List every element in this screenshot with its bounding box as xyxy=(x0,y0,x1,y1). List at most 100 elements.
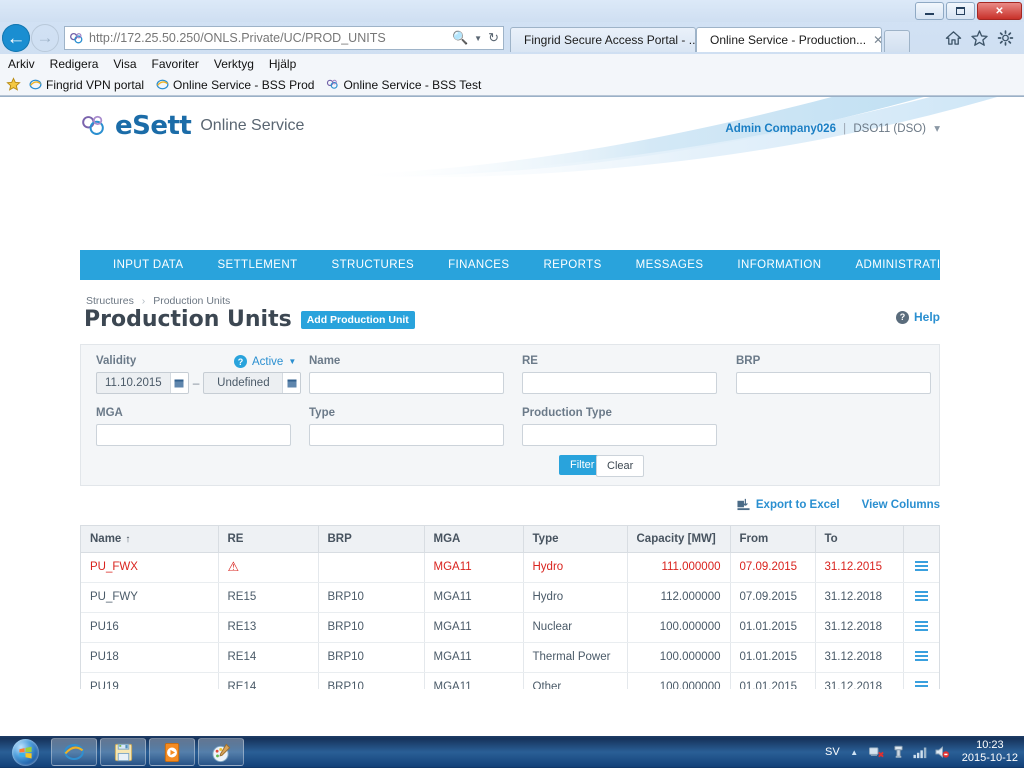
menu-item-arkiv[interactable]: Arkiv xyxy=(8,57,35,71)
menu-item-favoriter[interactable]: Favoriter xyxy=(152,57,199,71)
new-tab-button[interactable] xyxy=(884,30,910,52)
row-actions-button[interactable] xyxy=(903,612,939,643)
export-excel-icon xyxy=(737,498,750,511)
column-header-re[interactable]: RE xyxy=(218,526,319,553)
validity-status-toggle[interactable]: ? Active ▼ xyxy=(234,355,296,368)
table-row[interactable]: PU19 RE14 BRP10 MGA11 Other 100.000000 0… xyxy=(81,672,939,689)
column-header-from[interactable]: From xyxy=(730,526,816,553)
volume-muted-icon[interactable] xyxy=(935,745,950,760)
address-url[interactable]: http://172.25.50.250/ONLS.Private/UC/PRO… xyxy=(89,31,448,45)
column-header-name[interactable]: Name ↑ xyxy=(81,526,219,553)
filter-input-name[interactable] xyxy=(309,372,504,394)
menu-item-verktyg[interactable]: Verktyg xyxy=(214,57,254,71)
nav-item-reports[interactable]: REPORTS xyxy=(526,250,618,280)
back-button[interactable]: ← xyxy=(2,24,30,52)
table-row[interactable]: PU_FWY RE15 BRP10 MGA11 Hydro 112.000000… xyxy=(81,582,939,613)
network-error-icon[interactable] xyxy=(868,745,884,760)
cell-name[interactable]: PU16 xyxy=(81,612,219,643)
cell-re: RE13 xyxy=(218,612,319,643)
settings-gear-icon[interactable] xyxy=(997,30,1014,46)
forward-button[interactable]: → xyxy=(31,24,59,52)
filter-label-type: Type xyxy=(309,407,335,419)
taskbar-internet-explorer[interactable] xyxy=(51,738,97,766)
column-header-mga[interactable]: MGA xyxy=(424,526,524,553)
favorite-online-service-bss-test[interactable]: Online Service - BSS Test xyxy=(322,78,485,92)
add-production-unit-button[interactable]: Add Production Unit xyxy=(300,310,415,329)
breadcrumb-parent[interactable]: Structures xyxy=(86,295,134,307)
table-row[interactable]: PU16 RE13 BRP10 MGA11 Nuclear 100.000000… xyxy=(81,612,939,643)
language-indicator[interactable]: SV xyxy=(825,746,840,758)
filter-input-mga[interactable] xyxy=(96,424,291,446)
clock[interactable]: 10:23 2015-10-12 xyxy=(957,739,1018,765)
nav-item-messages[interactable]: MESSAGES xyxy=(619,250,721,280)
favorites-star-icon[interactable] xyxy=(971,30,988,46)
nav-item-administration[interactable]: ADMINISTRATION xyxy=(838,250,975,280)
tab-close-icon[interactable]: ✕ xyxy=(873,33,881,47)
cell-name[interactable]: PU_FWX xyxy=(81,552,219,583)
filter-input-brp[interactable] xyxy=(736,372,931,394)
filter-input-production-type[interactable] xyxy=(522,424,717,446)
minimize-button[interactable] xyxy=(915,2,944,20)
cell-mga: MGA11 xyxy=(424,672,524,689)
menu-item-visa[interactable]: Visa xyxy=(113,57,136,71)
esett-favicon xyxy=(327,79,339,89)
help-link[interactable]: ? Help xyxy=(895,310,940,324)
taskbar-explorer-folder[interactable] xyxy=(100,738,146,766)
usb-device-icon[interactable] xyxy=(891,745,906,760)
column-header-type[interactable]: Type xyxy=(523,526,628,553)
restore-button[interactable] xyxy=(946,2,975,20)
date-from-field[interactable]: 11.10.2015 xyxy=(96,372,189,394)
column-header-to[interactable]: To xyxy=(815,526,904,553)
search-icon[interactable]: 🔍 xyxy=(452,30,468,46)
start-button[interactable] xyxy=(2,737,48,767)
cell-from: 01.01.2015 xyxy=(730,642,816,673)
add-favorite-star-icon[interactable] xyxy=(6,77,21,92)
tab-fingrid-secure-access-portal[interactable]: Fingrid Secure Access Portal - ... xyxy=(510,27,696,52)
clear-button[interactable]: Clear xyxy=(596,455,645,477)
row-actions-button[interactable] xyxy=(903,552,939,583)
column-header-capacity[interactable]: Capacity [MW] xyxy=(627,526,731,553)
warning-triangle-icon: ⚠ xyxy=(227,559,240,574)
calendar-icon[interactable] xyxy=(282,373,301,393)
cell-name[interactable]: PU18 xyxy=(81,642,219,673)
favorite-online-service-bss-prod[interactable]: Online Service - BSS Prod xyxy=(152,78,318,92)
filter-input-re[interactable] xyxy=(522,372,717,394)
refresh-icon[interactable]: ↻ xyxy=(488,30,499,46)
nav-item-information[interactable]: INFORMATION xyxy=(720,250,838,280)
table-row[interactable]: PU18 RE14 BRP10 MGA11 Thermal Power 100.… xyxy=(81,642,939,673)
calendar-icon[interactable] xyxy=(169,373,188,393)
cell-brp: BRP10 xyxy=(318,642,425,673)
cell-to: 31.12.2018 xyxy=(815,642,904,673)
row-actions-button[interactable] xyxy=(903,642,939,673)
nav-item-input-data[interactable]: INPUT DATA xyxy=(96,250,200,280)
nav-item-finances[interactable]: FINANCES xyxy=(431,250,526,280)
filter-input-type[interactable] xyxy=(309,424,504,446)
taskbar-media-player[interactable] xyxy=(149,738,195,766)
table-row[interactable]: PU_FWX ⚠ MGA11 Hydro 111.000000 07.09.20… xyxy=(81,552,939,583)
nav-item-structures[interactable]: STRUCTURES xyxy=(315,250,432,280)
date-to-field[interactable]: Undefined xyxy=(203,372,302,394)
view-columns-link[interactable]: View Columns xyxy=(862,499,940,511)
network-signal-icon[interactable] xyxy=(913,745,928,760)
nav-item-settlement[interactable]: SETTLEMENT xyxy=(200,250,314,280)
close-button[interactable]: ✕ xyxy=(977,2,1022,20)
column-header-brp[interactable]: BRP xyxy=(318,526,425,553)
menu-item-hjalp[interactable]: Hjälp xyxy=(269,57,296,71)
app-logo[interactable]: eSett Online Service xyxy=(80,111,304,141)
cell-name[interactable]: PU19 xyxy=(81,672,219,689)
chevron-down-icon[interactable]: ▼ xyxy=(474,34,482,43)
chevron-down-icon[interactable]: ▾ xyxy=(934,123,940,135)
taskbar-paint[interactable] xyxy=(198,738,244,766)
tab-online-service-production[interactable]: Online Service - Production... ✕ xyxy=(696,27,882,52)
account-info[interactable]: Admin Company026 | DSO11 (DSO) ▾ xyxy=(725,121,940,135)
menu-item-redigera[interactable]: Redigera xyxy=(50,57,99,71)
address-bar[interactable]: http://172.25.50.250/ONLS.Private/UC/PRO… xyxy=(64,26,504,50)
cell-name[interactable]: PU_FWY xyxy=(81,582,219,613)
row-menu-icon xyxy=(914,559,928,573)
export-to-excel-link[interactable]: Export to Excel xyxy=(737,498,840,511)
row-actions-button[interactable] xyxy=(903,672,939,689)
show-hidden-icons-chevron-icon[interactable]: ▲ xyxy=(847,745,862,760)
favorite-fingrid-vpn-portal[interactable]: Fingrid VPN portal xyxy=(25,78,148,92)
home-icon[interactable] xyxy=(945,30,962,46)
row-actions-button[interactable] xyxy=(903,582,939,613)
